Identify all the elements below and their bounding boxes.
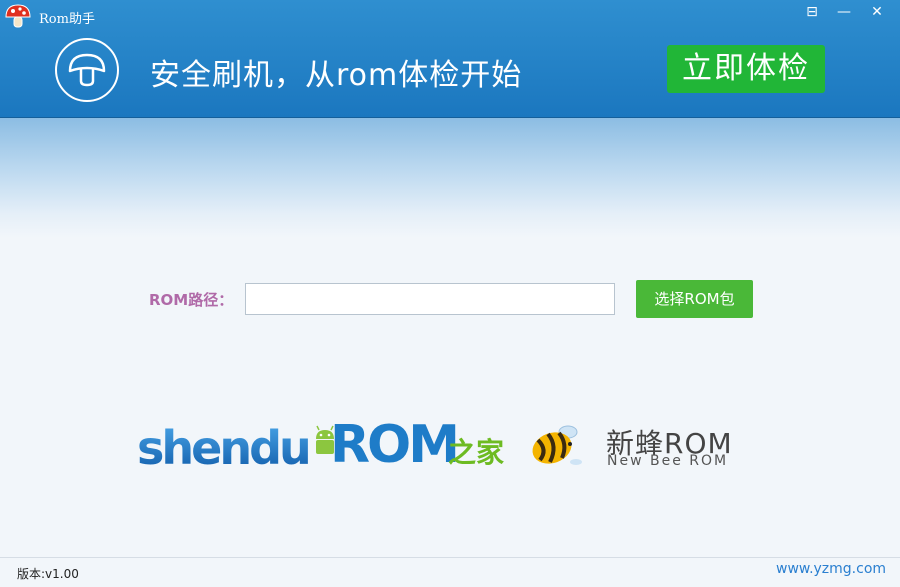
newbee-en-text: New Bee ROM	[607, 453, 729, 469]
close-icon[interactable]: ✕	[862, 1, 892, 23]
rom-path-input[interactable]	[245, 283, 615, 315]
minimize-icon[interactable]: —	[829, 1, 859, 23]
start-check-button[interactable]: 立即体检	[667, 45, 825, 93]
romzj-main-text: ROM	[330, 415, 460, 475]
bee-icon	[532, 425, 582, 465]
romzj-cn-text: 之家	[448, 436, 505, 469]
mushroom-app-icon	[5, 4, 31, 28]
romzj-logo: ROM 之家	[312, 415, 512, 475]
header-bar: Rom助手 ⊟ — ✕ 安全刷机，从rom体检开始 立即体检	[0, 0, 900, 118]
shendu-logo: shendu	[137, 421, 312, 475]
version-label: 版本:v1.00	[17, 567, 79, 581]
menu-icon[interactable]: ⊟	[797, 1, 827, 23]
content-background	[0, 118, 900, 238]
footer-divider	[0, 557, 900, 558]
mushroom-outline-icon	[55, 38, 119, 102]
window-title: Rom助手	[39, 12, 95, 27]
header-slogan: 安全刷机，从rom体检开始	[150, 58, 523, 93]
rom-path-label: ROM路径：	[149, 291, 234, 309]
select-rom-button[interactable]: 选择ROM包	[636, 280, 753, 318]
website-link[interactable]: www.yzmg.com	[776, 561, 886, 577]
